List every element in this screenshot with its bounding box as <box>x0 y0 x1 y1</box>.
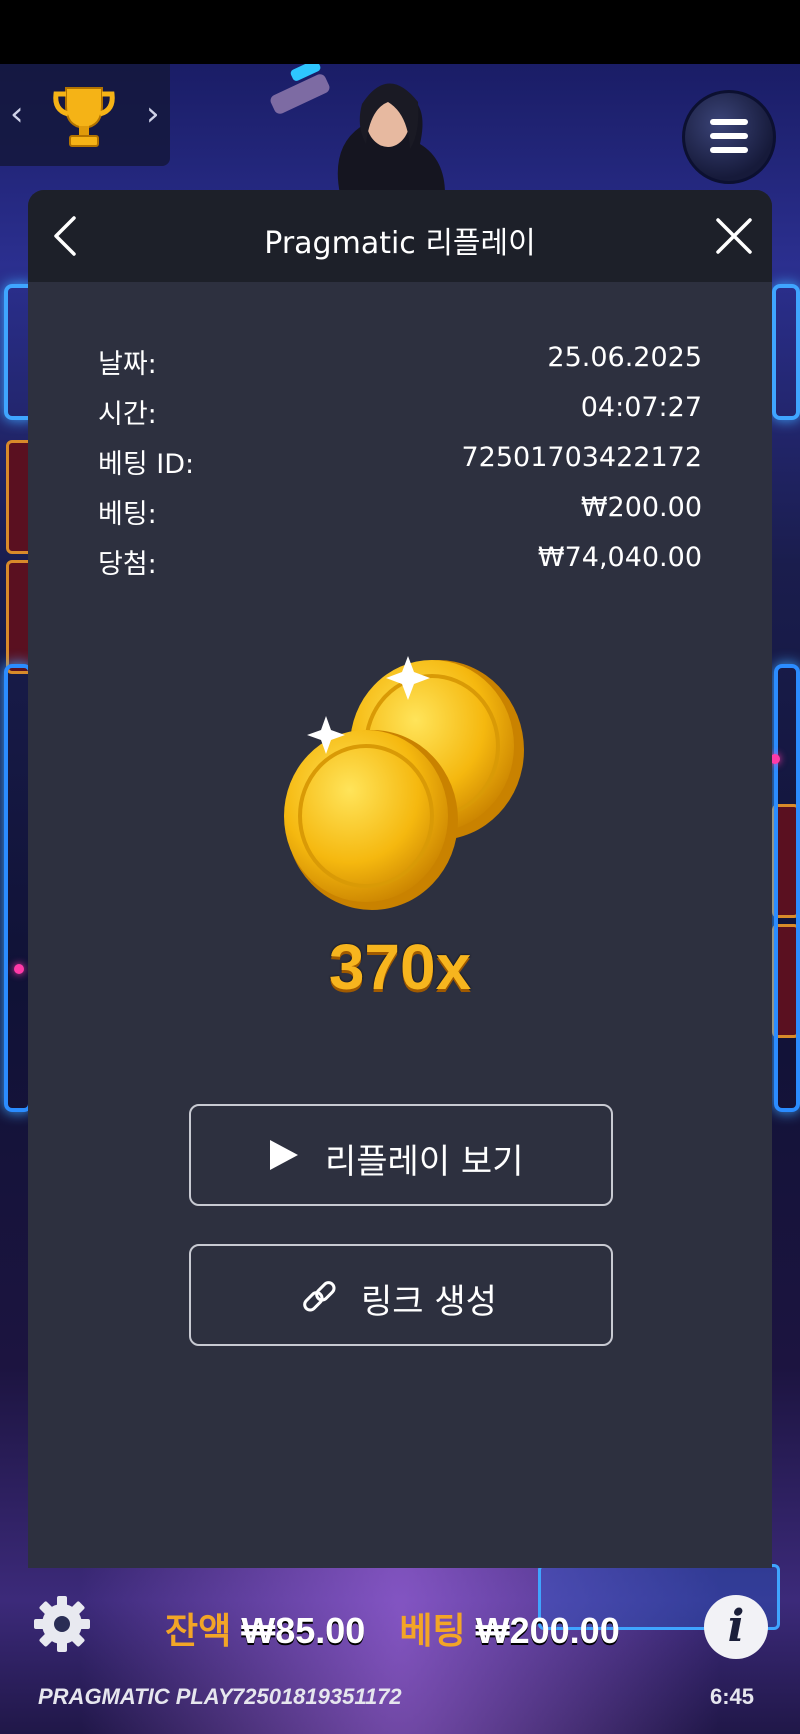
gold-coins-icon <box>284 656 524 910</box>
bet-id-value: 72501703422172 <box>461 442 703 473</box>
status-bar <box>0 0 800 64</box>
create-link-label: 링크 생성 <box>361 1282 497 1322</box>
create-link-button[interactable]: 링크 생성 <box>189 1244 613 1346</box>
win-value: ₩74,040.00 <box>537 542 702 573</box>
watch-replay-button[interactable]: 리플레이 보기 <box>189 1104 613 1206</box>
info-row-win: 당첨: ₩74,040.00 <box>98 542 702 582</box>
bet-id-label: 베팅 ID: <box>98 449 195 480</box>
balance-label: 잔액 <box>165 1610 232 1651</box>
clock: 6:45 <box>710 1684 755 1709</box>
hero-character-image <box>270 64 445 194</box>
play-icon <box>270 1140 298 1170</box>
info-row-bet-id: 베팅 ID: 72501703422172 <box>98 442 702 482</box>
reel-frame-right-lower <box>774 664 800 1112</box>
info-row-date: 날짜: 25.06.2025 <box>98 342 702 382</box>
trophy-icon[interactable] <box>50 82 118 150</box>
date-label: 날짜: <box>98 349 157 380</box>
chevron-right-icon[interactable]: › <box>146 94 160 134</box>
watch-replay-label: 리플레이 보기 <box>325 1142 524 1182</box>
modal-header: Pragmatic 리플레이 <box>28 190 772 282</box>
link-icon <box>303 1281 336 1312</box>
hamburger-menu-icon-bar <box>710 147 748 153</box>
tournament-widget[interactable]: ‹ › <box>0 64 170 166</box>
info-row-time: 시간: 04:07:27 <box>98 392 702 432</box>
reel-frame-right <box>772 284 800 420</box>
gear-icon[interactable] <box>30 1592 94 1656</box>
replay-modal: Pragmatic 리플레이 날짜: 25.06.2025 시간: 04:07:… <box>28 190 772 1568</box>
brand-label: PRAGMATIC PLAY <box>38 1684 233 1709</box>
info-row-bet: 베팅: ₩200.00 <box>98 492 702 532</box>
hamburger-menu-icon <box>710 119 748 125</box>
chevron-left-icon[interactable]: ‹ <box>10 94 24 134</box>
close-icon[interactable] <box>708 210 760 262</box>
win-label: 당첨: <box>98 549 157 580</box>
bet-label: 베팅 <box>399 1610 466 1651</box>
bet-value: ₩200.00 <box>580 492 702 523</box>
neon-light <box>14 964 24 974</box>
bet-label: 베팅: <box>98 499 157 530</box>
round-id: 72501819351172 <box>232 1684 402 1709</box>
time-label: 시간: <box>98 399 157 430</box>
info-button[interactable]: i <box>704 1595 768 1659</box>
menu-button[interactable] <box>682 90 776 184</box>
chevron-left-icon[interactable] <box>40 210 92 262</box>
bet-value: ₩200.00 <box>475 1610 620 1651</box>
balance-value: ₩85.00 <box>241 1610 366 1651</box>
date-value: 25.06.2025 <box>547 342 702 373</box>
balance-bet-display: 잔액 ₩85.00 베팅 ₩200.00 <box>165 1602 620 1652</box>
modal-title: Pragmatic 리플레이 <box>264 226 536 261</box>
win-multiplier: 370x <box>328 931 472 1003</box>
time-value: 04:07:27 <box>580 392 702 423</box>
hamburger-menu-icon-bar <box>710 133 748 139</box>
info-icon: i <box>727 1601 745 1652</box>
